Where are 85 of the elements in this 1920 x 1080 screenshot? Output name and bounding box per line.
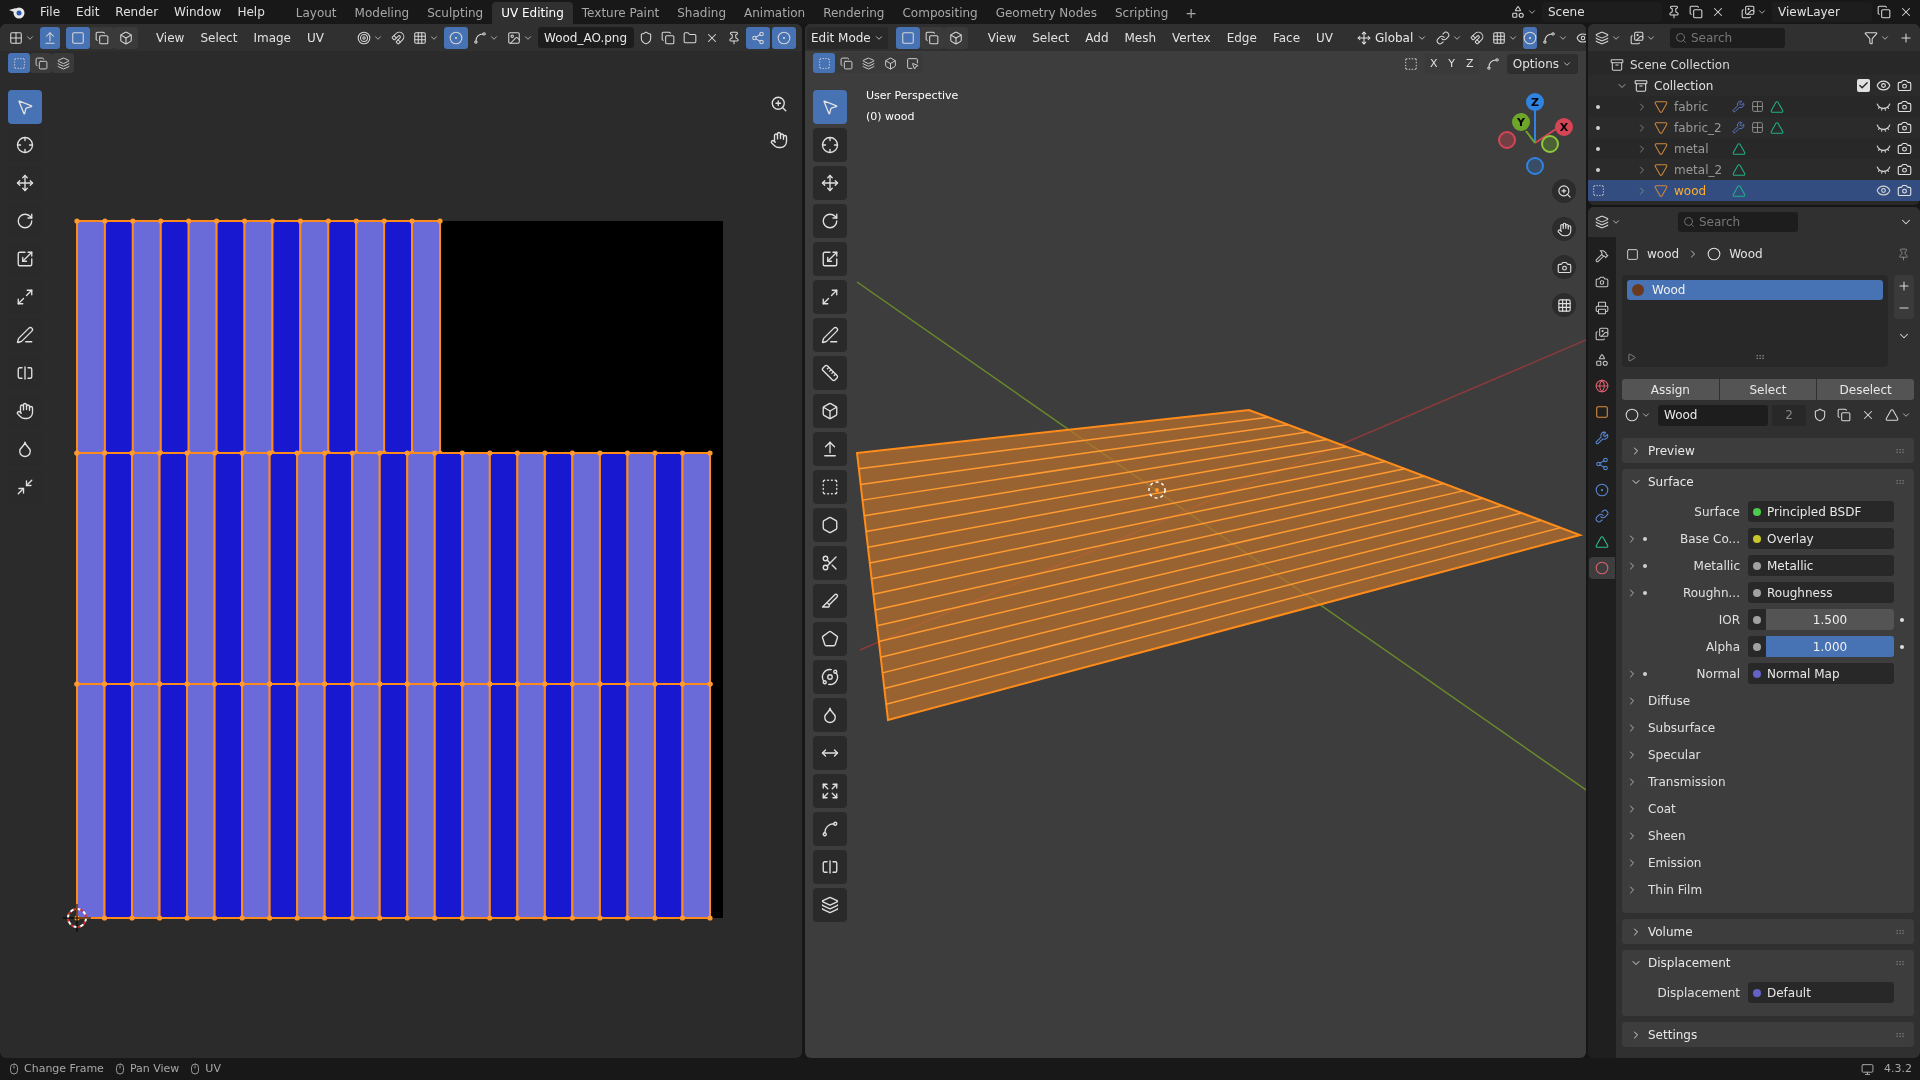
orientation-dropdown[interactable]: Global	[1353, 26, 1432, 49]
link-field[interactable]: Principled BSDF	[1748, 501, 1894, 522]
tree-item[interactable]: Scene Collection	[1630, 55, 1730, 74]
scene-field[interactable]: Scene	[1542, 2, 1662, 22]
version-label: 4.3.2	[1884, 1060, 1912, 1077]
field-label: IOR	[1717, 611, 1741, 629]
field-label: Surface	[1693, 503, 1741, 521]
material-name-field[interactable]: Wood	[1658, 404, 1768, 426]
menu-item[interactable]: View	[147, 26, 193, 49]
panel-header[interactable]: Preview	[1622, 438, 1914, 463]
menu-item[interactable]: Window	[166, 1, 230, 23]
menu-item[interactable]: UV	[1308, 26, 1341, 49]
status-hint: Pan View	[129, 1060, 180, 1077]
options-dropdown[interactable]: Options	[1506, 54, 1578, 74]
tree-item[interactable]: Collection	[1654, 76, 1714, 95]
slot-action-button[interactable]: Select	[1719, 379, 1818, 400]
panel-header[interactable]: Displacement	[1622, 950, 1914, 975]
subpanel-header[interactable]: Thin Film	[1648, 880, 1703, 899]
subpanel-header[interactable]: Diffuse	[1648, 691, 1691, 710]
material-slot[interactable]: Wood	[1627, 280, 1883, 300]
subpanel-header[interactable]: Specular	[1648, 745, 1701, 764]
field-label: Alpha	[1704, 638, 1741, 656]
slot-action-button[interactable]: Deselect	[1817, 379, 1914, 400]
subpanel-header[interactable]: Emission	[1648, 853, 1702, 872]
view-name: User Perspective	[866, 88, 959, 104]
workspace-tab[interactable]: Sculpting	[418, 2, 493, 24]
field-label: Base Co...	[1679, 530, 1741, 548]
menu-item[interactable]: Edge	[1218, 26, 1265, 49]
link-field[interactable]: Overlay	[1748, 528, 1894, 549]
link-field[interactable]: Metallic	[1748, 555, 1894, 576]
menu-item[interactable]: Help	[229, 1, 273, 23]
workspace-tab[interactable]: Compositing	[893, 2, 987, 24]
subpanel-header[interactable]: Subsurface	[1648, 718, 1716, 737]
slot-action-button[interactable]: Assign	[1622, 379, 1720, 400]
field-label: Normal	[1695, 665, 1741, 683]
object-label: (0) wood	[866, 108, 916, 125]
menu-item[interactable]: Add	[1077, 26, 1117, 49]
user-count: 2	[1772, 404, 1806, 426]
workspace-tab[interactable]: Geometry Nodes	[986, 2, 1106, 24]
outliner-row[interactable]: fabric	[1588, 96, 1920, 117]
link-field[interactable]: Normal Map	[1748, 663, 1894, 684]
link-field[interactable]: Roughness	[1748, 582, 1894, 603]
menu-item[interactable]: Image	[245, 26, 299, 49]
workspace-tab[interactable]: Modeling	[345, 2, 419, 24]
subpanel-header[interactable]: Sheen	[1648, 826, 1686, 845]
menu-item[interactable]: Select	[192, 26, 246, 49]
workspace-tab[interactable]: Shading	[668, 2, 735, 24]
status-hint: UV	[205, 1060, 221, 1077]
subpanel-header[interactable]: Transmission	[1648, 772, 1726, 791]
panel-header[interactable]: Settings	[1622, 1022, 1914, 1047]
add-workspace-button[interactable]: +	[1177, 2, 1206, 24]
breadcrumb-item: wood	[1647, 246, 1680, 263]
menu-item[interactable]: File	[32, 1, 69, 23]
view-layer-field[interactable]: ViewLayer	[1772, 2, 1872, 22]
outliner-row[interactable]: metal	[1588, 138, 1920, 159]
workspace-tab[interactable]: Layout	[286, 2, 346, 24]
menu-item[interactable]: Mesh	[1116, 26, 1165, 49]
search-field[interactable]: Search	[1678, 212, 1798, 232]
image-name-field[interactable]: Wood_AO.png	[538, 27, 634, 48]
material-slot-list[interactable]: Wood	[1622, 275, 1888, 367]
mode-dropdown[interactable]: Edit Mode	[807, 26, 888, 49]
search-field[interactable]: Search	[1670, 27, 1785, 48]
menu-item[interactable]: Vertex	[1164, 26, 1219, 49]
number-slider[interactable]: 1.500	[1766, 609, 1894, 630]
field-label: Roughn...	[1681, 584, 1741, 602]
panel-header[interactable]: Volume	[1622, 919, 1914, 944]
workspace-tab[interactable]: Texture Paint	[572, 2, 669, 24]
workspace-tab[interactable]: Scripting	[1105, 2, 1178, 24]
workspace-tab[interactable]: Animation	[735, 2, 815, 24]
workspace-tab[interactable]: Rendering	[814, 2, 894, 24]
panel-header[interactable]: Surface	[1622, 469, 1914, 494]
menu-item[interactable]: Select	[1024, 26, 1078, 49]
field-label: Metallic	[1692, 557, 1741, 575]
field-label: Displacement	[1656, 984, 1741, 1002]
workspace-tab[interactable]: UV Editing	[492, 2, 573, 24]
menu-item[interactable]: Render	[107, 1, 167, 23]
menu-item[interactable]: UV	[299, 26, 332, 49]
menu-item[interactable]: Edit	[68, 1, 108, 23]
status-hint: Change Frame	[24, 1060, 104, 1077]
breadcrumb-item: Wood	[1729, 246, 1763, 263]
menu-item[interactable]: Face	[1264, 26, 1308, 49]
subpanel-header[interactable]: Coat	[1648, 799, 1676, 818]
link-field[interactable]: Default	[1748, 982, 1894, 1003]
outliner-row[interactable]: wood	[1588, 180, 1920, 201]
menu-item[interactable]: View	[979, 26, 1025, 49]
